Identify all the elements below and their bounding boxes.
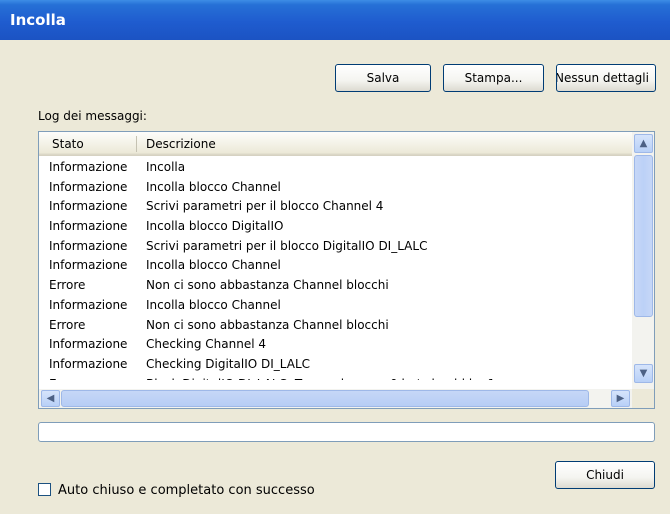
- row-description: Checking DigitalIO DI_LALC: [146, 356, 311, 371]
- log-label: Log dei messaggi:: [38, 109, 147, 123]
- table-row[interactable]: Informazione Incolla blocco Channel: [39, 178, 632, 198]
- row-description: Incolla: [146, 160, 186, 174]
- row-status: Informazione: [49, 199, 128, 214]
- scrollbar-corner: [632, 389, 654, 408]
- row-status: Errore: [49, 278, 86, 293]
- list-header: Stato Descrizione: [39, 132, 632, 156]
- row-description: Non ci sono abbastanza Channel blocchi: [146, 278, 389, 293]
- row-description: Incolla blocco Channel: [146, 297, 281, 312]
- table-row[interactable]: Informazione Checking Channel 4: [39, 335, 632, 355]
- save-button[interactable]: Salva: [335, 64, 431, 92]
- table-row[interactable]: Informazione Scrivi parametri per il bloc…: [39, 197, 632, 217]
- horizontal-scrollbar[interactable]: ◀ ▶: [39, 389, 632, 408]
- table-row[interactable]: Errore Non ci sono abbastanza Channel blo…: [39, 276, 632, 296]
- row-status: Informazione: [49, 179, 128, 194]
- table-row[interactable]: Informazione Checking DigitalIO DI_LALC: [39, 355, 632, 375]
- auto-close-label[interactable]: Auto chiuso e completato con successo: [58, 483, 315, 498]
- row-description: Incolla blocco Channel: [146, 179, 281, 194]
- row-status: Errore: [49, 317, 86, 332]
- row-status: Informazione: [49, 356, 128, 371]
- scroll-down-icon[interactable]: ▼: [634, 364, 653, 383]
- details-button[interactable]: Nessun dettagli: [556, 64, 656, 92]
- row-description: Checking Channel 4: [146, 337, 266, 352]
- row-description: Incolla blocco DigitalIO: [146, 219, 284, 234]
- row-status: Informazione: [49, 297, 128, 312]
- print-button[interactable]: Stampa...: [443, 64, 544, 92]
- progress-bar: [38, 422, 655, 442]
- log-rows: Informazione Incolla Informazione Incolla b…: [39, 158, 632, 380]
- row-status: Informazione: [49, 238, 128, 253]
- row-status: Informazione: [49, 337, 128, 352]
- row-status: Informazione: [49, 160, 128, 174]
- column-separator[interactable]: [136, 136, 137, 152]
- scroll-up-icon[interactable]: ▲: [634, 134, 653, 153]
- table-row[interactable]: Errore Block DigitalIO DI_LALC: Type valu…: [39, 375, 632, 380]
- column-header-status[interactable]: Stato: [52, 137, 84, 151]
- message-log-list[interactable]: Stato Descrizione Informazione Incolla Inf…: [38, 131, 655, 409]
- auto-close-checkbox[interactable]: [38, 483, 51, 496]
- table-row[interactable]: Informazione Scrivi parametri per il bloc…: [39, 237, 632, 257]
- row-description: Scrivi parametri per il blocco DigitalIO…: [146, 238, 428, 253]
- vertical-scroll-thumb[interactable]: [634, 155, 653, 317]
- table-row[interactable]: Informazione Incolla blocco Channel: [39, 256, 632, 276]
- row-status: Errore: [49, 375, 85, 380]
- horizontal-scroll-thumb[interactable]: [61, 390, 589, 407]
- row-description: Incolla blocco Channel: [146, 258, 281, 273]
- row-description: Scrivi parametri per il blocco Channel 4: [146, 199, 384, 214]
- column-header-description[interactable]: Descrizione: [146, 137, 216, 151]
- table-row[interactable]: Informazione Incolla blocco DigitalIO: [39, 217, 632, 237]
- table-row[interactable]: Informazione Incolla: [39, 158, 632, 178]
- row-status: Informazione: [49, 258, 128, 273]
- row-description: Block DigitalIO DI_LALC: Type value was …: [146, 375, 495, 380]
- row-description: Non ci sono abbastanza Channel blocchi: [146, 317, 389, 332]
- table-row[interactable]: Informazione Incolla blocco Channel: [39, 296, 632, 316]
- close-button[interactable]: Chiudi: [555, 461, 655, 489]
- vertical-scrollbar[interactable]: ▲ ▼: [632, 132, 654, 389]
- table-row[interactable]: Errore Non ci sono abbastanza Channel blo…: [39, 316, 632, 336]
- row-status: Informazione: [49, 219, 128, 234]
- title-bar[interactable]: Incolla: [0, 0, 670, 40]
- scroll-left-icon[interactable]: ◀: [41, 390, 60, 407]
- scroll-right-icon[interactable]: ▶: [611, 390, 630, 407]
- window-title: Incolla: [10, 11, 66, 29]
